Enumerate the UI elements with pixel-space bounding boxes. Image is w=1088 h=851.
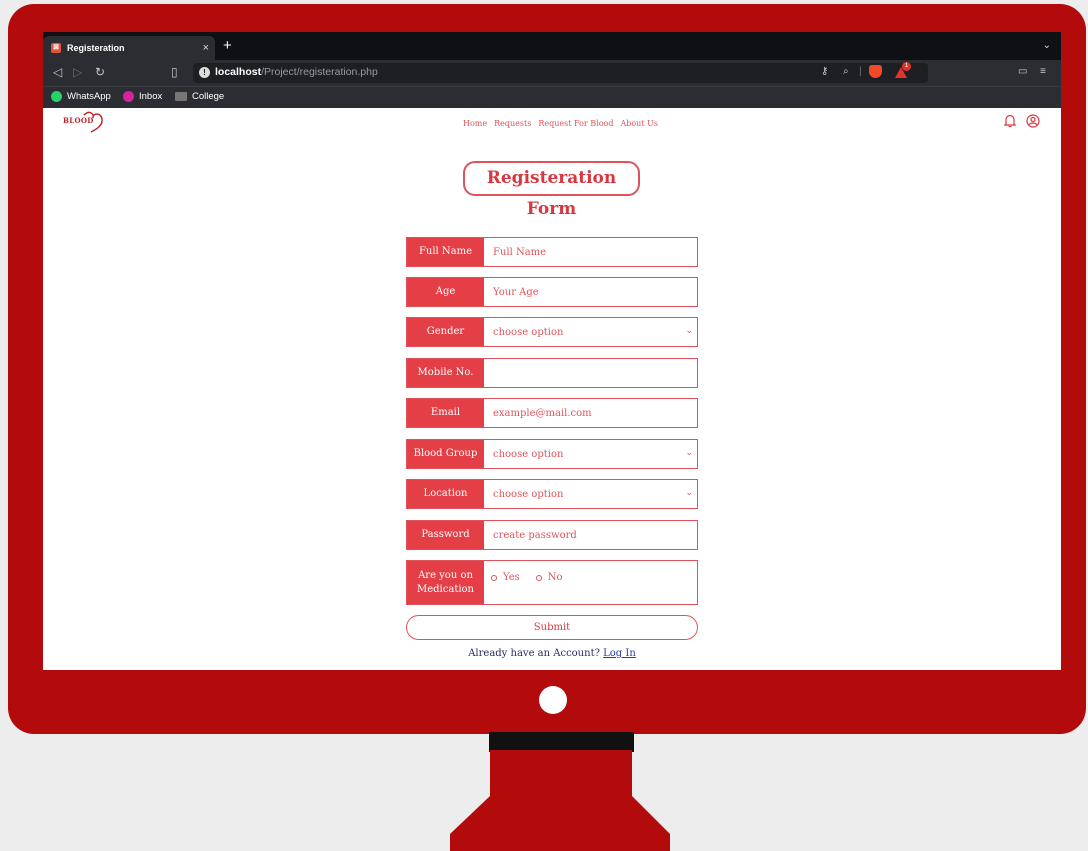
site-info-icon[interactable]: ! <box>199 67 210 78</box>
radio-label: Yes <box>503 572 520 583</box>
back-icon[interactable]: ◁ <box>53 65 62 79</box>
rewards-badge: 1 <box>902 62 911 71</box>
bookmark-label: WhatsApp <box>67 91 111 102</box>
bookmark-whatsapp[interactable]: WhatsApp <box>51 91 111 102</box>
monitor-neck <box>489 732 634 752</box>
medication-no-radio[interactable]: No <box>535 572 563 583</box>
tab-title: Registeration <box>67 43 125 53</box>
location-field[interactable]: Location choose option ⌄ <box>406 479 698 509</box>
login-prompt-text: Already have an Account? <box>468 648 600 659</box>
medication-yes-radio[interactable]: Yes <box>491 572 520 583</box>
gender-label: Gender <box>407 318 484 346</box>
chevron-down-icon[interactable]: ⌄ <box>685 488 693 498</box>
instagram-icon <box>123 91 134 102</box>
email-field[interactable]: Email example@mail.com <box>406 398 698 428</box>
nav-about-us[interactable]: About Us <box>620 119 657 128</box>
bookmark-inbox[interactable]: Inbox <box>123 91 162 102</box>
location-select[interactable]: choose option <box>493 480 563 508</box>
blood-group-label: Blood Group <box>407 440 484 468</box>
chevron-down-icon[interactable]: ⌄ <box>1043 40 1051 51</box>
menu-icon[interactable]: ≡ <box>1040 66 1046 77</box>
radio-circle-icon <box>535 574 542 581</box>
age-field[interactable]: Age Your Age <box>406 277 698 307</box>
brave-shields-icon[interactable] <box>869 65 882 78</box>
chevron-down-icon[interactable]: ⌄ <box>685 448 693 458</box>
gender-select[interactable]: choose option <box>493 318 563 346</box>
mobile-field[interactable]: Mobile No. <box>406 358 698 388</box>
browser-tab-bar: ⊠ Registeration × + ⌄ <box>43 32 1061 60</box>
login-prompt: Already have an Account? Log In <box>406 648 698 659</box>
blood-group-select[interactable]: choose option <box>493 440 563 468</box>
tab-close-icon[interactable]: × <box>203 42 209 54</box>
registration-page: BLOOD Home Requests Request For Blood Ab… <box>43 108 1061 670</box>
gender-field[interactable]: Gender choose option ⌄ <box>406 317 698 347</box>
address-toolbar: ◁ ▷ ↻ ▯ ! localhost/Project/registeratio… <box>43 60 1061 86</box>
full-name-field[interactable]: Full Name Full Name <box>406 237 698 267</box>
medication-label: Are you on Medication <box>407 561 484 604</box>
blood-group-field[interactable]: Blood Group choose option ⌄ <box>406 439 698 469</box>
folder-icon <box>175 92 187 101</box>
url-path: /Project/registeration.php <box>261 66 378 78</box>
url-text: localhost/Project/registeration.php <box>215 66 378 78</box>
chevron-down-icon[interactable]: ⌄ <box>685 326 693 336</box>
password-field[interactable]: Password create password <box>406 520 698 550</box>
radio-circle-icon <box>491 574 497 581</box>
form-title: Registeration Form <box>463 161 640 219</box>
radio-label: No <box>547 572 563 583</box>
age-label: Age <box>407 278 484 306</box>
new-tab-button[interactable]: + <box>223 36 232 56</box>
browser-tab[interactable]: ⊠ Registeration × <box>43 36 215 60</box>
full-name-label: Full Name <box>407 238 484 266</box>
key-icon[interactable]: ⚷ <box>821 66 828 77</box>
medication-field: Are you on Medication Yes No <box>406 560 698 605</box>
toolbar-divider: | <box>859 66 862 77</box>
url-host: localhost <box>215 66 262 78</box>
wallet-icon[interactable]: ▭ <box>1018 66 1027 77</box>
password-input[interactable]: create password <box>493 521 577 549</box>
reload-icon[interactable]: ↻ <box>95 65 105 79</box>
submit-button[interactable]: Submit <box>406 615 698 640</box>
nav-requests[interactable]: Requests <box>494 119 531 128</box>
bookmark-label: Inbox <box>139 91 163 102</box>
bell-icon[interactable] <box>1004 114 1016 128</box>
monitor-screen: ⊠ Registeration × + ⌄ ◁ ▷ ↻ ▯ ! localhos… <box>43 32 1061 670</box>
whatsapp-icon <box>51 91 62 102</box>
mobile-label: Mobile No. <box>407 359 484 387</box>
bookmark-icon[interactable]: ▯ <box>171 65 178 79</box>
nav-request-for-blood[interactable]: Request For Blood <box>538 119 613 128</box>
age-input[interactable]: Your Age <box>493 278 539 306</box>
monitor-stand <box>450 750 670 851</box>
bookmark-label: College <box>192 91 225 102</box>
xampp-icon: ⊠ <box>51 43 61 53</box>
bookmarks-bar: WhatsApp Inbox College <box>43 86 1061 108</box>
heart-logo-icon <box>83 111 103 133</box>
url-bar[interactable]: ! localhost/Project/registeration.php <box>193 63 928 83</box>
login-link[interactable]: Log In <box>603 648 636 659</box>
power-button <box>539 686 567 714</box>
bookmark-college[interactable]: College <box>175 91 224 102</box>
full-name-input[interactable]: Full Name <box>493 238 546 266</box>
forward-icon[interactable]: ▷ <box>73 65 82 79</box>
location-label: Location <box>407 480 484 508</box>
password-label: Password <box>407 521 484 549</box>
medication-radio-group: Yes No <box>491 572 563 583</box>
email-label: Email <box>407 399 484 427</box>
user-account-icon[interactable] <box>1026 114 1040 128</box>
email-input[interactable]: example@mail.com <box>493 399 592 427</box>
zoom-icon[interactable]: ⌕ <box>843 66 849 77</box>
site-nav: Home Requests Request For Blood About Us <box>463 119 658 128</box>
nav-home[interactable]: Home <box>463 119 487 128</box>
